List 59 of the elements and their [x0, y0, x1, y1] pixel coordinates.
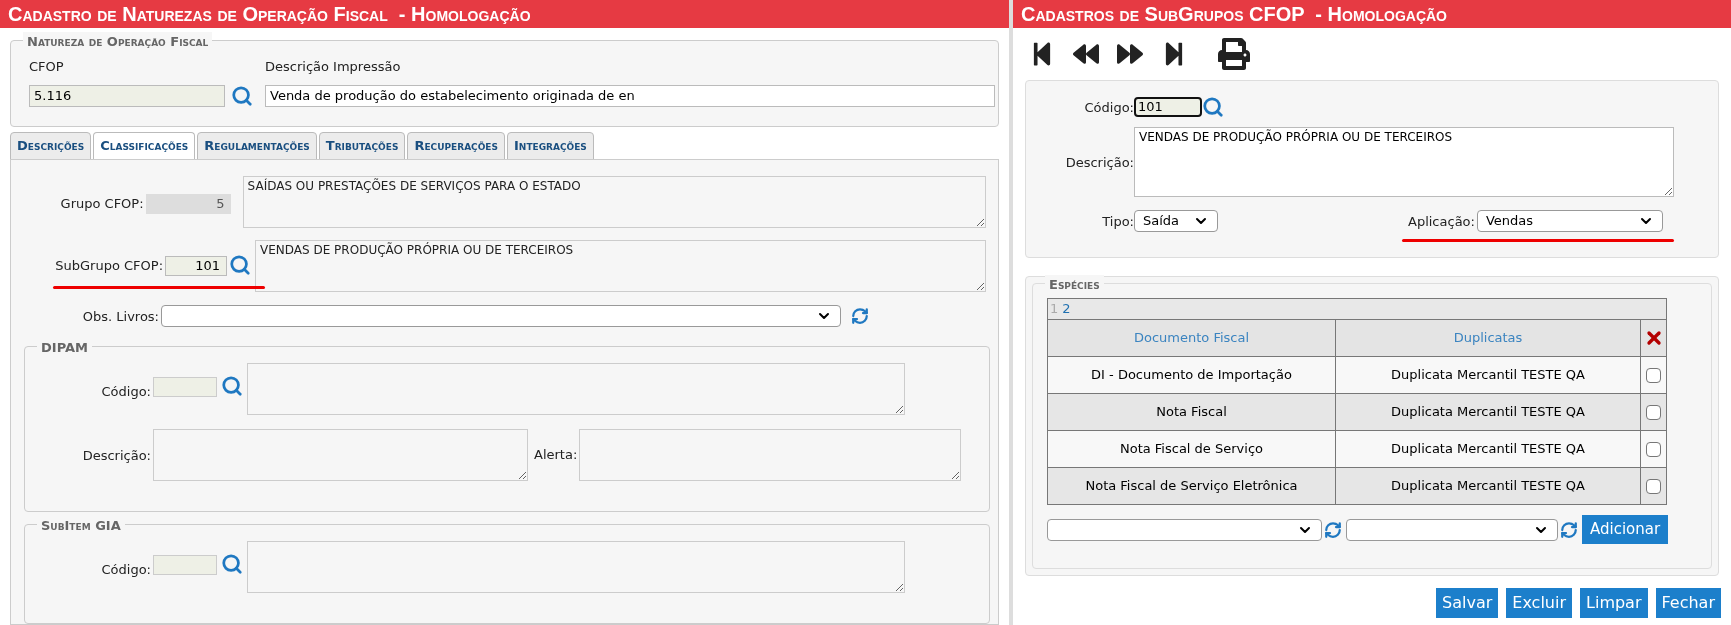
field-label: Código: [101, 384, 151, 399]
field-label: Alerta: [534, 446, 578, 465]
field-label: Tipo: [1102, 214, 1134, 229]
code-field[interactable] [153, 377, 217, 397]
row-checkbox[interactable] [1646, 404, 1661, 420]
window-title: Cadastros de SubGrupos CFOP - Homologação [1013, 0, 1731, 28]
tab[interactable]: Tributações [318, 132, 406, 160]
search-icon[interactable] [221, 375, 243, 397]
text-area[interactable]: SAÍDAS OU PRESTAÇÕES DE SERVIÇOS PARA O ESTADO [242, 176, 986, 228]
group-code-field: 5 [145, 194, 231, 214]
tab[interactable]: Descrições [10, 132, 92, 160]
action-button[interactable]: Excluir [1506, 588, 1572, 618]
add-button[interactable]: Adicionar [1582, 515, 1669, 544]
refresh-icon[interactable] [851, 307, 869, 325]
window-title: Cadastro de Naturezas de Operação Fiscal - Homologação [0, 0, 1009, 28]
refresh-icon[interactable] [1560, 520, 1578, 539]
text-area[interactable]: VENDAS DE PRODUÇÃO PRÓPRIA OU DE TERCEIROS [255, 240, 986, 292]
search-icon[interactable] [229, 254, 252, 276]
search-icon[interactable] [221, 553, 243, 575]
table-cell: Duplicata Mercantil TESTE QA [1336, 468, 1641, 504]
print-icon[interactable] [1217, 38, 1251, 70]
row-checkbox[interactable] [1646, 441, 1661, 457]
search-icon[interactable] [231, 84, 253, 107]
field-label: Aplicação: [1408, 214, 1475, 229]
search-icon[interactable] [1202, 96, 1224, 118]
field-label: Descrição: [1065, 155, 1134, 170]
field-label: Obs. Livros: [82, 309, 159, 324]
dropdown[interactable] [1047, 518, 1322, 541]
code-field[interactable]: 101 [1134, 97, 1202, 117]
code-field[interactable] [153, 555, 217, 575]
row-checkbox[interactable] [1646, 367, 1661, 383]
page-link[interactable]: 2 [1062, 299, 1071, 319]
rewind-icon[interactable] [1071, 41, 1101, 67]
action-button[interactable]: Salvar [1436, 588, 1499, 618]
dropdown[interactable]: Vendas [1476, 210, 1663, 232]
field-label: SubGrupo CFOP: [55, 257, 164, 276]
field-label: Descrição Impressão [265, 58, 402, 76]
dropdown[interactable] [1346, 518, 1558, 541]
tab[interactable]: Regulamentações [197, 132, 317, 160]
table-cell: Nota Fiscal de Serviço Eletrônica [1048, 468, 1336, 504]
field-label: Código: [101, 562, 151, 577]
field-label: Código: [1084, 100, 1134, 115]
description-field[interactable]: Venda de produção do estabelecimento originada de en [265, 84, 995, 107]
action-button[interactable]: Limpar [1580, 588, 1648, 618]
action-button[interactable]: Fechar [1655, 588, 1721, 618]
field-label: Descrição: [82, 448, 151, 463]
dropdown[interactable]: Saída [1134, 210, 1218, 232]
field-label: CFOP [29, 58, 65, 76]
field-label: Grupo CFOP: [60, 195, 144, 214]
fast-forward-icon[interactable] [1115, 41, 1145, 67]
tab[interactable]: Integrações [507, 132, 594, 160]
row-checkbox[interactable] [1646, 478, 1661, 494]
subgroup-code-field[interactable]: 101 [165, 256, 228, 276]
dropdown[interactable] [161, 305, 841, 327]
cfop-field[interactable]: 5.116 [29, 84, 225, 107]
tab[interactable]: Recuperações [407, 132, 505, 160]
refresh-icon[interactable] [1324, 520, 1342, 539]
tab[interactable]: Classificações [93, 132, 196, 160]
description-area[interactable]: VENDAS DE PRODUÇÃO PRÓPRIA OU DE TERCEIROS [1134, 127, 1674, 197]
